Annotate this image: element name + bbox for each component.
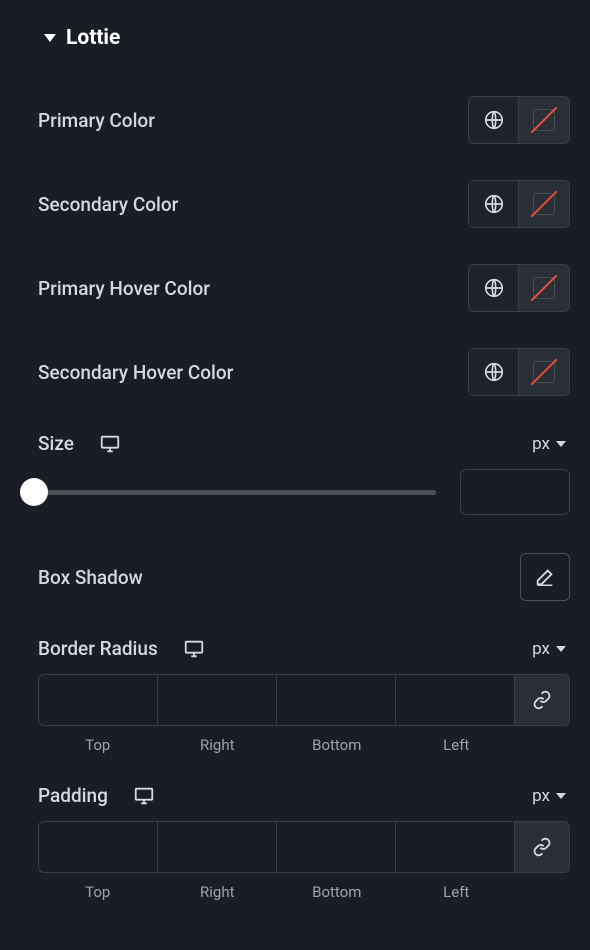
link-icon (532, 837, 552, 857)
color-swatch-button[interactable] (519, 265, 569, 311)
box-shadow-row: Box Shadow (20, 535, 570, 619)
border-radius-side-labels: Top Right Bottom Left (38, 726, 570, 754)
padding-unit-select[interactable]: px (532, 786, 570, 806)
size-unit-select[interactable]: px (532, 434, 570, 454)
globe-icon (483, 361, 505, 383)
padding-inputs-group: Top Right Bottom Left (20, 817, 570, 909)
chevron-down-icon (556, 441, 566, 447)
global-color-button[interactable] (469, 181, 519, 227)
desktop-icon[interactable] (132, 785, 156, 807)
size-label-group: Size (38, 432, 122, 455)
side-label-bottom: Bottom (277, 883, 397, 901)
border-radius-inputs-group: Top Right Bottom Left (20, 670, 570, 762)
size-slider-row (20, 461, 570, 535)
side-label-left: Left (397, 736, 517, 754)
globe-icon (483, 109, 505, 131)
size-slider[interactable] (20, 477, 436, 507)
size-row: Size px (20, 414, 570, 461)
secondary-hover-color-row: Secondary Hover Color (20, 330, 570, 414)
desktop-icon[interactable] (182, 638, 206, 660)
link-values-button[interactable] (515, 675, 569, 725)
secondary-hover-color-label: Secondary Hover Color (38, 361, 233, 384)
secondary-color-label: Secondary Color (38, 193, 178, 216)
padding-label: Padding (38, 784, 108, 807)
no-color-icon (533, 361, 555, 383)
border-radius-top-input[interactable] (39, 675, 158, 725)
primary-color-row: Primary Color (20, 78, 570, 162)
slider-thumb[interactable] (20, 478, 48, 506)
box-shadow-label: Box Shadow (38, 566, 143, 589)
no-color-icon (533, 277, 555, 299)
primary-hover-color-control (468, 264, 570, 312)
desktop-icon[interactable] (98, 433, 122, 455)
section-header[interactable]: Lottie (20, 18, 570, 78)
primary-color-control (468, 96, 570, 144)
border-radius-label: Border Radius (38, 637, 158, 660)
border-radius-right-input[interactable] (158, 675, 277, 725)
no-color-icon (533, 109, 555, 131)
padding-row: Padding px (20, 762, 570, 817)
global-color-button[interactable] (469, 265, 519, 311)
padding-right-input[interactable] (158, 822, 277, 872)
global-color-button[interactable] (469, 97, 519, 143)
padding-inputs (38, 821, 570, 873)
border-radius-unit-label: px (532, 639, 550, 659)
globe-icon (483, 193, 505, 215)
side-label-bottom: Bottom (277, 736, 397, 754)
side-label-top: Top (38, 736, 158, 754)
color-swatch-button[interactable] (519, 181, 569, 227)
side-label-left: Left (397, 883, 517, 901)
padding-side-labels: Top Right Bottom Left (38, 873, 570, 901)
color-swatch-button[interactable] (519, 97, 569, 143)
size-unit-label: px (532, 434, 550, 454)
lottie-style-panel: Lottie Primary Color Secondary Color Pri… (0, 0, 590, 927)
color-swatch-button[interactable] (519, 349, 569, 395)
secondary-hover-color-control (468, 348, 570, 396)
size-label: Size (38, 432, 74, 455)
global-color-button[interactable] (469, 349, 519, 395)
padding-bottom-input[interactable] (277, 822, 396, 872)
padding-top-input[interactable] (39, 822, 158, 872)
size-input[interactable] (460, 469, 570, 515)
border-radius-bottom-input[interactable] (277, 675, 396, 725)
chevron-down-icon (556, 646, 566, 652)
side-label-right: Right (158, 736, 278, 754)
link-values-button[interactable] (515, 822, 569, 872)
box-shadow-edit-button[interactable] (520, 553, 570, 601)
border-radius-inputs (38, 674, 570, 726)
border-radius-left-input[interactable] (396, 675, 515, 725)
primary-hover-color-row: Primary Hover Color (20, 246, 570, 330)
primary-color-label: Primary Color (38, 109, 155, 132)
collapse-icon (44, 34, 56, 42)
slider-track (20, 490, 436, 495)
side-label-right: Right (158, 883, 278, 901)
pencil-icon (534, 566, 556, 588)
chevron-down-icon (556, 793, 566, 799)
secondary-color-row: Secondary Color (20, 162, 570, 246)
primary-hover-color-label: Primary Hover Color (38, 277, 210, 300)
padding-unit-label: px (532, 786, 550, 806)
globe-icon (483, 277, 505, 299)
section-title: Lottie (66, 26, 120, 50)
no-color-icon (533, 193, 555, 215)
secondary-color-control (468, 180, 570, 228)
border-radius-unit-select[interactable]: px (532, 639, 570, 659)
side-label-top: Top (38, 883, 158, 901)
border-radius-label-group: Border Radius (38, 637, 206, 660)
padding-left-input[interactable] (396, 822, 515, 872)
link-icon (532, 690, 552, 710)
border-radius-row: Border Radius px (20, 619, 570, 670)
padding-label-group: Padding (38, 784, 156, 807)
